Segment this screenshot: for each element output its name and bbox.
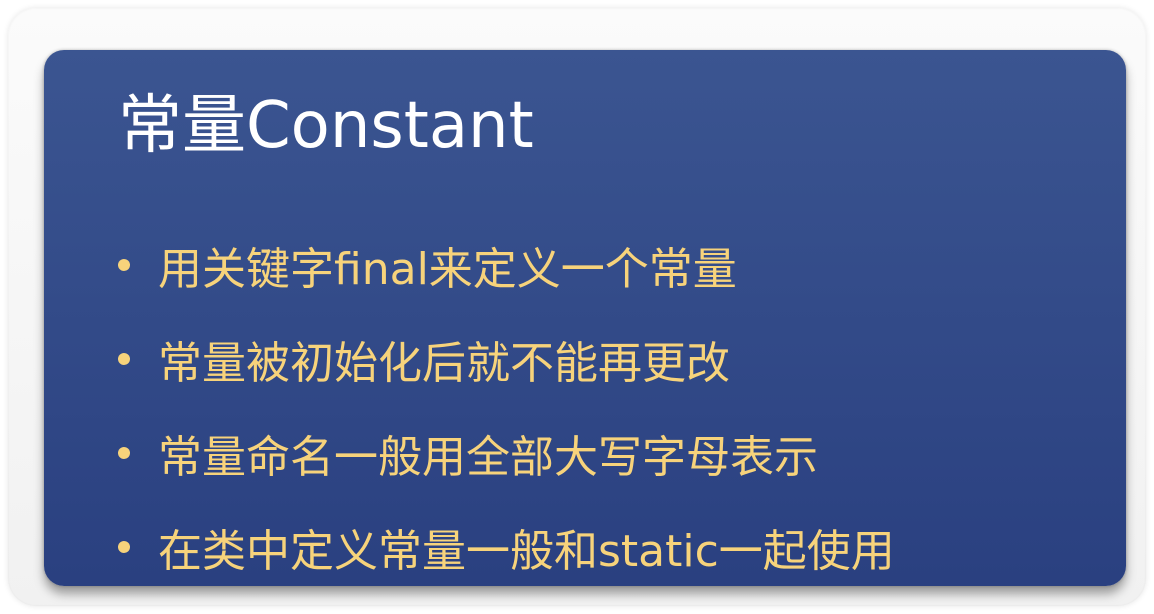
slide-card: 常量Constant 用关键字final来定义一个常量 常量被初始化后就不能再更… xyxy=(44,50,1126,586)
bullet-text: 在类中定义常量一般和static一起使用 xyxy=(158,526,895,577)
bullet-text: 用关键字final来定义一个常量 xyxy=(158,244,737,295)
bullet-dot-icon xyxy=(118,447,130,459)
bullet-item: 用关键字final来定义一个常量 xyxy=(116,218,895,312)
slide-title: 常量Constant xyxy=(118,89,534,163)
bullet-list: 用关键字final来定义一个常量 常量被初始化后就不能再更改 常量命名一般用全部… xyxy=(116,218,895,586)
bullet-text: 常量命名一般用全部大写字母表示 xyxy=(158,432,818,483)
bullet-dot-icon xyxy=(118,353,130,365)
bullet-dot-icon xyxy=(118,259,130,271)
bullet-dot-icon xyxy=(118,541,130,553)
slide-frame: 常量Constant 用关键字final来定义一个常量 常量被初始化后就不能再更… xyxy=(8,8,1146,606)
bullet-item: 在类中定义常量一般和static一起使用 xyxy=(116,500,895,586)
bullet-item: 常量命名一般用全部大写字母表示 xyxy=(116,406,895,500)
bullet-text: 常量被初始化后就不能再更改 xyxy=(158,338,730,389)
bullet-item: 常量被初始化后就不能再更改 xyxy=(116,312,895,406)
